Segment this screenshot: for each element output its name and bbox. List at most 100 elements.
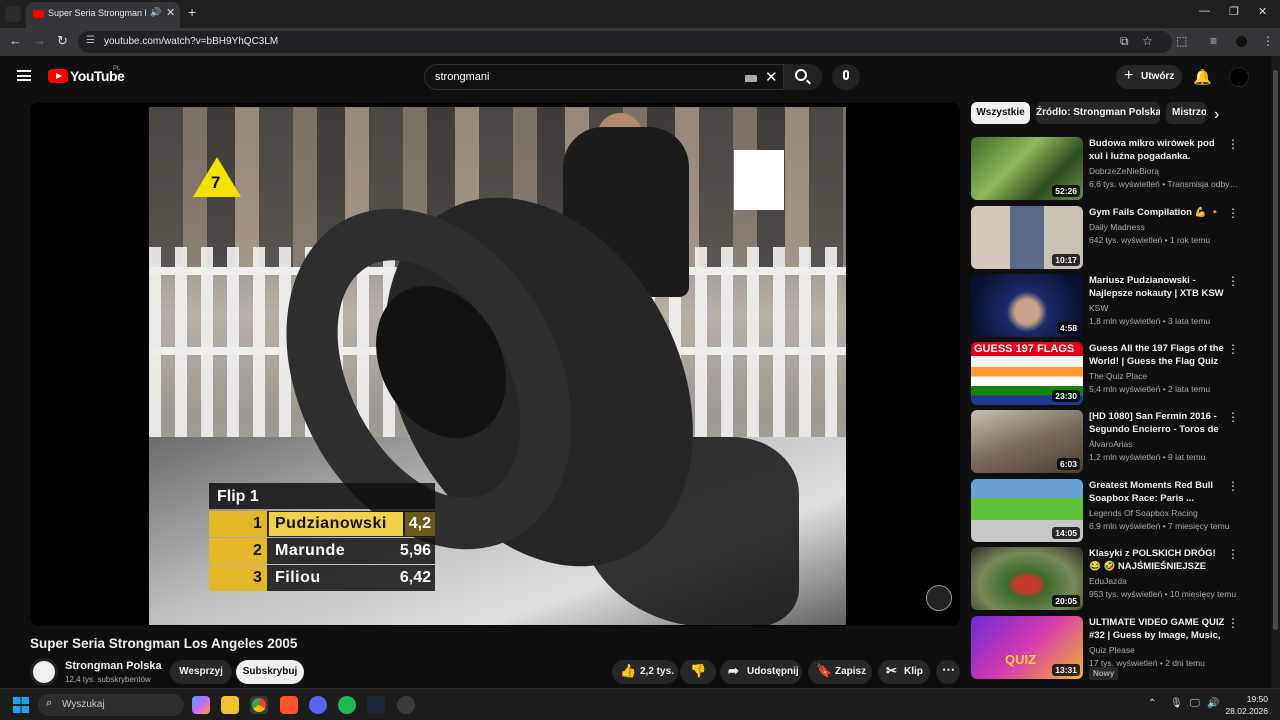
channel-name[interactable]: ÁlvaroArias (1089, 439, 1132, 449)
channel-name[interactable]: Strongman Polska (65, 660, 162, 672)
more-vertical-icon[interactable]: ⋮ (1227, 547, 1239, 561)
channel-name[interactable]: Legends Of Soapbox Racing (1089, 508, 1198, 518)
brave-icon[interactable] (280, 696, 298, 714)
scrollbar-thumb[interactable] (1273, 70, 1278, 630)
media-control-icon[interactable]: ≡ (1210, 34, 1217, 48)
back-icon[interactable]: ← (9, 33, 22, 48)
extensions-icon[interactable]: ⬚ (1176, 34, 1187, 48)
more-vertical-icon[interactable]: ⋮ (1227, 137, 1239, 151)
new-tab-icon[interactable]: + (188, 4, 196, 20)
account-avatar[interactable] (1229, 67, 1249, 87)
channel-name[interactable]: KSW (1089, 303, 1108, 313)
video-title[interactable]: [HD 1080] San Fermín 2016 - Segundo Enci… (1089, 410, 1229, 436)
keyboard-icon[interactable] (745, 75, 757, 82)
more-vertical-icon[interactable]: ⋮ (1227, 342, 1239, 356)
share-button[interactable]: ➦ Udostępnij (720, 660, 802, 684)
copilot-icon[interactable] (192, 696, 210, 714)
more-vertical-icon[interactable]: ⋮ (1227, 479, 1239, 493)
recommendation-item[interactable]: 4:58 Mariusz Pudzianowski - Najlepsze no… (971, 274, 1243, 338)
clear-search-icon[interactable]: ✕ (765, 68, 778, 86)
display-icon[interactable]: 🖵 (1190, 698, 1200, 709)
subscribe-button[interactable]: Subskrybuj (236, 660, 304, 684)
create-button[interactable]: + Utwórz (1116, 65, 1182, 89)
video-title[interactable]: Greatest Moments Red Bull Soapbox Race: … (1089, 479, 1229, 505)
recommendation-item[interactable]: 52:26 Budowa mikro wirówek pod xul i luź… (971, 137, 1243, 201)
video-title[interactable]: Budowa mikro wirówek pod xul i luźna pog… (1089, 137, 1229, 163)
channel-name[interactable]: The Quiz Place (1089, 371, 1147, 381)
clip-button[interactable]: ✂ Klip (878, 660, 930, 684)
recommendation-item[interactable]: GUESS 197 FLAGS 23:30 Guess All the 197 … (971, 342, 1243, 406)
tab-search-button[interactable] (5, 6, 21, 22)
discord-icon[interactable] (309, 696, 327, 714)
restore-icon[interactable]: ❐ (1229, 5, 1239, 18)
video-thumbnail[interactable]: 4:58 (971, 274, 1083, 337)
close-tab-icon[interactable]: ✕ (166, 6, 175, 19)
video-title[interactable]: ULTIMATE VIDEO GAME QUIZ #32 | Guess by … (1089, 616, 1229, 642)
close-window-icon[interactable]: ✕ (1258, 5, 1267, 18)
like-button[interactable]: 👍 2,2 tys. (612, 660, 678, 684)
video-title[interactable]: Gym Fails Compilation 💪 🔸 (1089, 206, 1229, 219)
taskbar-clock[interactable]: 19:50 28.02.2026 (1224, 693, 1268, 717)
more-vertical-icon[interactable]: ⋮ (1227, 206, 1239, 220)
channel-watermark-icon[interactable] (926, 585, 952, 611)
channel-name[interactable]: EduJazda (1089, 576, 1127, 586)
chevron-right-icon[interactable]: › (1214, 106, 1219, 124)
steam-icon[interactable] (367, 696, 385, 714)
video-thumbnail[interactable]: 52:26 (971, 137, 1083, 200)
search-input[interactable]: strongmani ✕ (424, 64, 784, 90)
recommendation-item[interactable]: 6:03 [HD 1080] San Fermín 2016 - Segundo… (971, 410, 1243, 474)
spotify-icon[interactable] (338, 696, 356, 714)
more-vertical-icon[interactable]: ⋮ (1227, 616, 1239, 630)
browser-menu-icon[interactable]: ⋮ (1262, 34, 1274, 48)
recommendation-item[interactable]: 10:17 Gym Fails Compilation 💪 🔸 Daily Ma… (971, 206, 1243, 270)
video-thumbnail[interactable]: 6:03 (971, 410, 1083, 473)
taskbar-search[interactable]: ⌕ Wyszukaj (38, 694, 184, 716)
cast-icon[interactable]: ⧉ (1120, 34, 1129, 49)
more-actions-button[interactable]: ⋯ (936, 660, 960, 684)
support-button[interactable]: Wesprzyj (170, 660, 232, 684)
recommendation-item[interactable]: 14:05 Greatest Moments Red Bull Soapbox … (971, 479, 1243, 543)
voice-search-button[interactable] (832, 64, 860, 90)
recommendation-item[interactable]: 20:05 Klasyki z POLSKICH DRÓG! 😂 🤣 NAJŚM… (971, 547, 1243, 611)
video-thumbnail[interactable]: 20:05 (971, 547, 1083, 610)
chrome-taskbar-button[interactable] (250, 696, 268, 714)
video-thumbnail[interactable]: GUESS 197 FLAGS 23:30 (971, 342, 1083, 405)
more-vertical-icon[interactable]: ⋮ (1227, 410, 1239, 424)
speaker-icon[interactable]: 🔊 (150, 7, 161, 18)
video-thumbnail[interactable]: QUIZ 13:31 (971, 616, 1083, 679)
youtube-logo-icon[interactable] (48, 69, 68, 83)
save-button[interactable]: 🔖 Zapisz (808, 660, 872, 684)
search-button[interactable] (784, 64, 822, 90)
file-explorer-icon[interactable] (221, 696, 239, 714)
volume-icon[interactable]: 🔊 (1207, 698, 1219, 709)
video-title[interactable]: Klasyki z POLSKICH DRÓG! 😂 🤣 NAJŚMIEŚNIE… (1089, 547, 1229, 573)
app-icon[interactable] (397, 696, 415, 714)
bookmark-star-icon[interactable]: ☆ (1142, 34, 1153, 48)
chip-all[interactable]: Wszystkie (971, 102, 1030, 124)
minimize-icon[interactable]: — (1199, 5, 1210, 17)
dislike-button[interactable]: 👎 (680, 660, 716, 684)
channel-avatar[interactable] (30, 658, 58, 686)
notifications-bell-icon[interactable]: 🔔 (1193, 68, 1212, 86)
channel-name[interactable]: DobrzeZeNieBiorą (1089, 166, 1159, 176)
more-vertical-icon[interactable]: ⋮ (1227, 274, 1239, 288)
browser-tab[interactable]: Super Seria Strongman Los Angeles 2005 🔊… (26, 2, 180, 28)
profile-avatar[interactable] (1235, 35, 1248, 48)
video-title[interactable]: Mariusz Pudzianowski - Najlepsze nokauty… (1089, 274, 1229, 300)
video-thumbnail[interactable]: 14:05 (971, 479, 1083, 542)
microphone-icon[interactable]: 🎙 (1170, 698, 1183, 709)
chevron-up-icon[interactable]: ⌃ (1148, 698, 1156, 709)
address-bar[interactable]: ☰ youtube.com/watch?v=bBH9YhQC3LM ⧉ ☆ (78, 31, 1172, 53)
windows-start-icon[interactable] (13, 697, 29, 713)
chip-source[interactable]: Źródło: Strongman Polska (1036, 102, 1160, 124)
hamburger-menu-icon[interactable] (17, 70, 31, 81)
chip-mistrzo[interactable]: Mistrzo (1166, 102, 1206, 124)
video-player[interactable]: 7 Flip 1 1 Pudzianowski 4,2 2 Marunde 5,… (30, 103, 960, 626)
site-info-icon[interactable]: ☰ (86, 35, 95, 46)
recommendation-item[interactable]: QUIZ 13:31 ULTIMATE VIDEO GAME QUIZ #32 … (971, 616, 1243, 680)
channel-name[interactable]: Quiz Please (1089, 645, 1135, 655)
reload-icon[interactable]: ↻ (57, 33, 68, 49)
forward-icon[interactable]: → (33, 33, 46, 48)
video-title[interactable]: Guess All the 197 Flags of the World! | … (1089, 342, 1229, 368)
video-thumbnail[interactable]: 10:17 (971, 206, 1083, 269)
